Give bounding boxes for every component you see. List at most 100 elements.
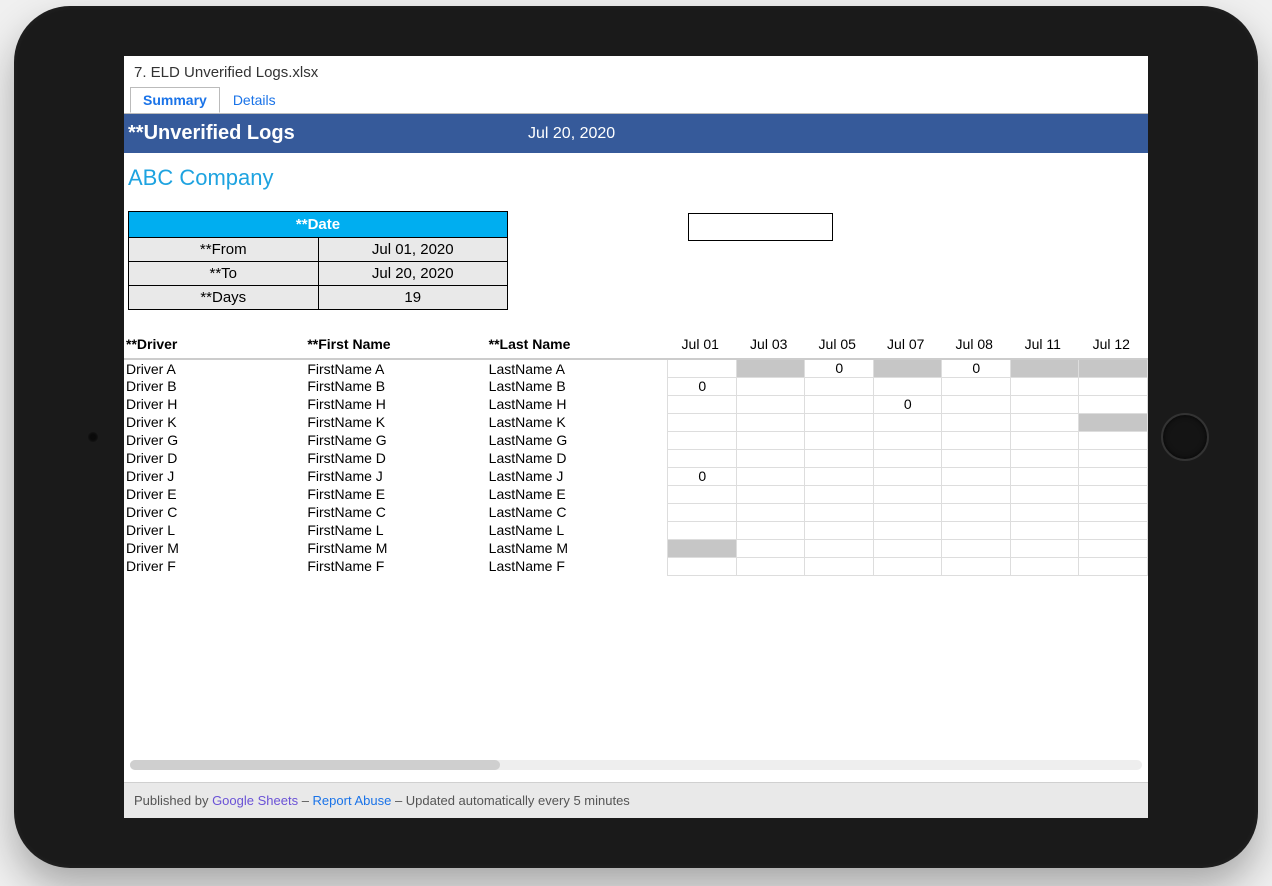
cell-date — [1010, 467, 1079, 485]
cell-date — [1079, 413, 1148, 431]
company-name: ABC Company — [124, 153, 1148, 211]
tab-details[interactable]: Details — [220, 87, 289, 113]
cell-driver: Driver J — [124, 467, 305, 485]
cell-date — [873, 449, 942, 467]
horizontal-scrollbar[interactable] — [130, 760, 1142, 770]
cell-date — [668, 521, 737, 539]
table-row: Driver HFirstName HLastName H0 — [124, 395, 1148, 413]
cell-date — [805, 521, 874, 539]
cell-date — [873, 503, 942, 521]
tabs: Summary Details — [124, 87, 1148, 114]
cell-last-name: LastName C — [487, 503, 668, 521]
cell-date: 0 — [668, 377, 737, 395]
cell-first-name: FirstName M — [305, 539, 486, 557]
cell-date — [1010, 413, 1079, 431]
cell-first-name: FirstName G — [305, 431, 486, 449]
data-grid-wrap: **Driver **First Name **Last Name Jul 01… — [124, 332, 1148, 576]
cell-date — [668, 503, 737, 521]
cell-driver: Driver H — [124, 395, 305, 413]
cell-date — [1079, 377, 1148, 395]
cell-date — [805, 395, 874, 413]
google-sheets-link[interactable]: Google Sheets — [212, 793, 298, 808]
table-row: Driver JFirstName JLastName J0 — [124, 467, 1148, 485]
grid-header-row: **Driver **First Name **Last Name Jul 01… — [124, 332, 1148, 359]
cell-date — [942, 539, 1011, 557]
cell-date — [1010, 359, 1079, 377]
cell-date — [736, 431, 805, 449]
cell-date — [805, 539, 874, 557]
cell-date: 0 — [668, 467, 737, 485]
cell-date — [873, 521, 942, 539]
cell-date — [805, 377, 874, 395]
report-abuse-link[interactable]: Report Abuse — [313, 793, 392, 808]
col-date: Jul 01 — [668, 332, 737, 359]
col-last-name: **Last Name — [487, 332, 668, 359]
cell-date — [1079, 359, 1148, 377]
table-row: Driver MFirstName MLastName M — [124, 539, 1148, 557]
cell-date — [1010, 431, 1079, 449]
cell-date — [1010, 557, 1079, 575]
cell-date — [942, 485, 1011, 503]
cell-last-name: LastName A — [487, 359, 668, 377]
tab-summary[interactable]: Summary — [130, 87, 220, 113]
cell-date: 0 — [942, 359, 1011, 377]
empty-box — [688, 213, 833, 241]
cell-date — [668, 485, 737, 503]
table-row: Driver FFirstName FLastName F — [124, 557, 1148, 575]
cell-first-name: FirstName E — [305, 485, 486, 503]
cell-date — [1010, 485, 1079, 503]
cell-date — [1010, 521, 1079, 539]
cell-first-name: FirstName K — [305, 413, 486, 431]
table-row: Driver GFirstName GLastName G — [124, 431, 1148, 449]
cell-driver: Driver E — [124, 485, 305, 503]
cell-date — [1010, 449, 1079, 467]
table-row: Driver CFirstName CLastName C — [124, 503, 1148, 521]
cell-date — [873, 413, 942, 431]
cell-date — [1010, 395, 1079, 413]
cell-first-name: FirstName H — [305, 395, 486, 413]
cell-date — [736, 377, 805, 395]
scrollbar-thumb[interactable] — [130, 760, 500, 770]
cell-last-name: LastName G — [487, 431, 668, 449]
cell-date — [736, 467, 805, 485]
cell-date — [668, 557, 737, 575]
to-value: Jul 20, 2020 — [318, 262, 508, 286]
cell-date — [805, 449, 874, 467]
cell-date — [873, 431, 942, 449]
footer-sep: – — [391, 793, 405, 808]
cell-date — [1079, 467, 1148, 485]
cell-date — [668, 449, 737, 467]
cell-date — [736, 539, 805, 557]
cell-date — [736, 413, 805, 431]
cell-date — [942, 431, 1011, 449]
cell-date — [668, 539, 737, 557]
cell-date — [1079, 539, 1148, 557]
table-row: Driver LFirstName LLastName L — [124, 521, 1148, 539]
cell-driver: Driver B — [124, 377, 305, 395]
cell-date — [942, 557, 1011, 575]
cell-driver: Driver D — [124, 449, 305, 467]
cell-first-name: FirstName C — [305, 503, 486, 521]
cell-date — [942, 449, 1011, 467]
cell-date — [942, 503, 1011, 521]
cell-date — [873, 377, 942, 395]
col-date: Jul 03 — [736, 332, 805, 359]
col-date: Jul 11 — [1010, 332, 1079, 359]
from-label: **From — [129, 238, 319, 262]
cell-driver: Driver K — [124, 413, 305, 431]
cell-first-name: FirstName L — [305, 521, 486, 539]
cell-date — [736, 503, 805, 521]
cell-date — [805, 557, 874, 575]
cell-last-name: LastName M — [487, 539, 668, 557]
cell-last-name: LastName J — [487, 467, 668, 485]
from-value: Jul 01, 2020 — [318, 238, 508, 262]
tablet-frame: 7. ELD Unverified Logs.xlsx Summary Deta… — [14, 6, 1258, 868]
cell-date — [736, 521, 805, 539]
cell-date — [1079, 395, 1148, 413]
cell-driver: Driver A — [124, 359, 305, 377]
cell-date — [1079, 449, 1148, 467]
cell-date — [1079, 485, 1148, 503]
cell-date — [736, 449, 805, 467]
cell-driver: Driver L — [124, 521, 305, 539]
days-label: **Days — [129, 286, 319, 310]
